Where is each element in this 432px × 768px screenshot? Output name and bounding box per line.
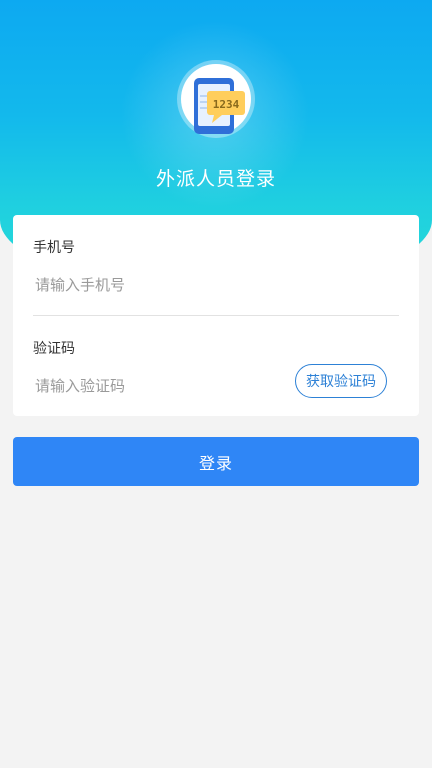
get-code-button[interactable]: 获取验证码 xyxy=(295,364,387,398)
field-divider xyxy=(33,315,399,316)
phone-verification-code-icon: 1234 xyxy=(176,59,256,139)
verification-code-input[interactable] xyxy=(35,373,275,399)
phone-input[interactable] xyxy=(35,272,275,298)
page-title: 外派人员登录 xyxy=(155,168,276,190)
logo-code-text: 1234 xyxy=(213,98,240,111)
login-form-card: 手机号 验证码 获取验证码 xyxy=(13,215,419,416)
login-button[interactable]: 登录 xyxy=(13,437,419,486)
phone-label: 手机号 xyxy=(33,240,75,256)
code-label: 验证码 xyxy=(33,341,75,357)
